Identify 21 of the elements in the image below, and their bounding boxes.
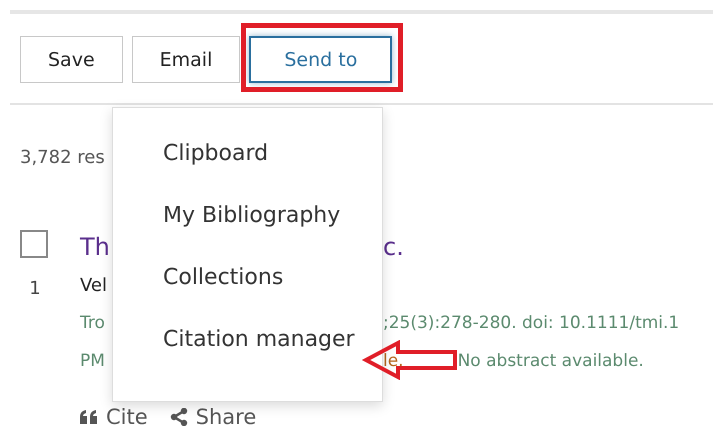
result-checkbox[interactable] [20, 230, 48, 258]
action-link[interactable]: Share [170, 405, 256, 429]
toolbar-button[interactable]: Email [132, 36, 240, 83]
result-number: 1 [28, 278, 42, 299]
toolbar-button[interactable]: Save [20, 36, 123, 83]
toolbar-button[interactable]: Send to [249, 36, 392, 83]
citation-text: Tro [80, 313, 106, 333]
quote-icon [80, 410, 98, 424]
results-count: 3,782 res [20, 146, 105, 170]
share-icon [170, 408, 188, 426]
menu-item[interactable]: My Bibliography [113, 205, 382, 267]
menu-item[interactable]: Citation manager [113, 329, 382, 391]
menu-item[interactable]: Collections [113, 267, 382, 329]
menu-item[interactable]: Clipboard [113, 143, 382, 205]
pmid-text: PM [80, 351, 106, 371]
free-article-label: le. [383, 351, 404, 371]
result-authors: Vel [80, 274, 107, 296]
action-link[interactable]: Cite [80, 405, 148, 429]
result-title[interactable]: c. [383, 233, 404, 261]
citation-text: ;25(3):278-280. doi: 10.1111/tmi.1 [383, 313, 680, 333]
abstract-note: No abstract available. [458, 351, 644, 371]
